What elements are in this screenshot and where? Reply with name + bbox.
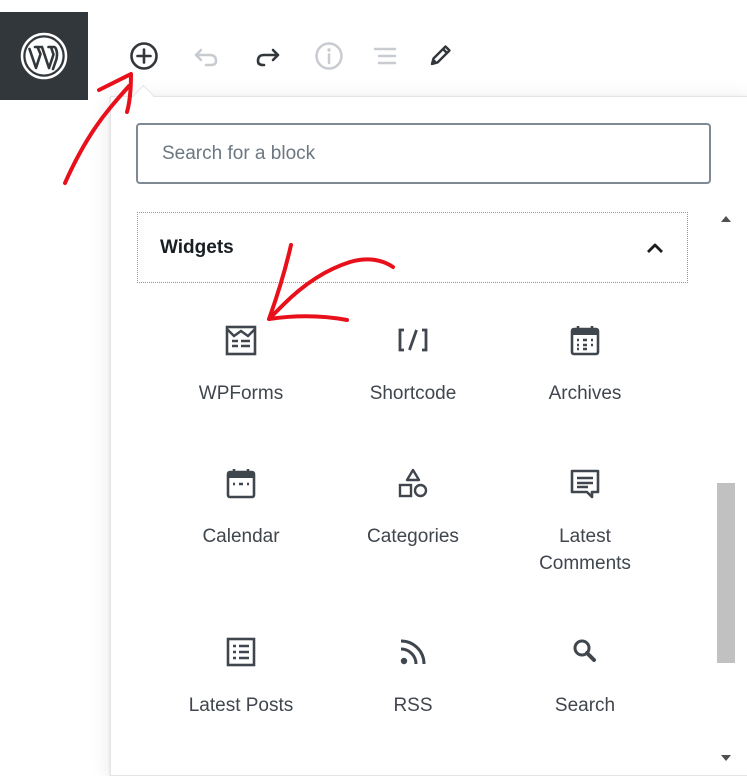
block-navigation-button[interactable] xyxy=(367,38,403,74)
add-block-button[interactable] xyxy=(126,38,162,74)
wordpress-logo-icon xyxy=(20,32,68,80)
block-archives[interactable]: Archives xyxy=(505,320,665,407)
rss-icon xyxy=(393,632,433,672)
widgets-panel-title: Widgets xyxy=(160,236,234,258)
block-search-input[interactable] xyxy=(136,123,711,184)
block-label: Latest Posts xyxy=(188,695,294,716)
block-label: Search xyxy=(554,695,616,716)
block-label: Archives xyxy=(548,383,622,404)
calendar-icon xyxy=(221,463,261,503)
block-label: Calendar xyxy=(202,526,280,547)
pencil-icon xyxy=(430,45,451,66)
categories-icon xyxy=(393,463,433,503)
redo-icon xyxy=(256,48,280,67)
block-latest-posts[interactable]: Latest Posts xyxy=(161,632,321,719)
scrollbar-thumb[interactable] xyxy=(717,483,735,663)
block-wpforms[interactable]: WPForms xyxy=(161,320,321,407)
tools-button[interactable] xyxy=(422,38,458,74)
undo-icon xyxy=(194,48,218,67)
info-button[interactable] xyxy=(311,38,347,74)
info-icon xyxy=(315,42,343,70)
search-icon xyxy=(565,632,605,672)
plus-circle-icon xyxy=(130,42,158,70)
widgets-panel-toggle[interactable]: Widgets xyxy=(137,212,688,283)
list-icon xyxy=(373,47,397,65)
wpforms-icon xyxy=(221,320,261,360)
block-label: Latest Comments xyxy=(539,526,631,574)
block-calendar[interactable]: Calendar xyxy=(161,463,321,550)
wordpress-logo[interactable] xyxy=(0,12,88,100)
block-search[interactable]: Search xyxy=(505,632,665,719)
block-label: Categories xyxy=(367,526,459,547)
scroll-down-arrow-icon xyxy=(721,755,731,761)
shortcode-icon xyxy=(393,320,433,360)
block-label: WPForms xyxy=(198,383,284,404)
archives-calendar-icon xyxy=(565,320,605,360)
scroll-up-arrow-icon xyxy=(721,216,731,222)
block-rss[interactable]: RSS xyxy=(333,632,493,719)
list-view-icon xyxy=(221,632,261,672)
chevron-up-icon xyxy=(647,243,663,253)
undo-button[interactable] xyxy=(188,38,224,74)
block-label: RSS xyxy=(393,695,433,716)
redo-button[interactable] xyxy=(250,38,286,74)
block-categories[interactable]: Categories xyxy=(333,463,493,550)
block-label: Shortcode xyxy=(369,383,457,404)
comment-icon xyxy=(565,463,605,503)
block-latest-comments[interactable]: Latest Comments xyxy=(505,463,665,577)
block-shortcode[interactable]: Shortcode xyxy=(333,320,493,407)
